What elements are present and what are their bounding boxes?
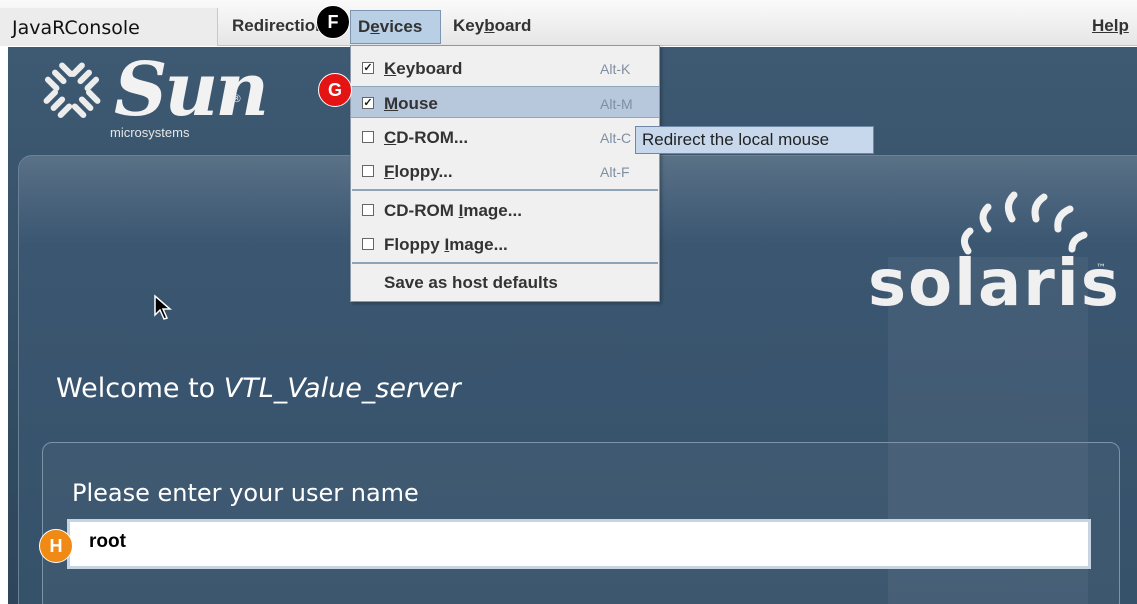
accelerator-label: Alt-K bbox=[600, 61, 631, 77]
checkbox-checked-icon[interactable]: ✓ bbox=[362, 97, 374, 109]
checkbox-checked-icon[interactable]: ✓ bbox=[362, 62, 374, 74]
callout-badge-g: G bbox=[318, 73, 352, 107]
solaris-wordmark: solaris bbox=[868, 247, 1121, 321]
sun-wordmark: Sun bbox=[114, 47, 269, 133]
accelerator-label: Alt-M bbox=[600, 96, 633, 112]
menu-item-mnemonic: C bbox=[384, 128, 397, 147]
menu-redirection[interactable]: Redirection bbox=[225, 10, 321, 44]
menu-item-floppy-image[interactable]: Floppy Image... bbox=[351, 228, 659, 260]
callout-badge-f: F bbox=[316, 5, 350, 39]
menu-item-floppy[interactable]: Floppy... Alt-F bbox=[351, 155, 659, 187]
menu-devices[interactable]: Devices bbox=[350, 10, 441, 44]
callout-badge-h: H bbox=[39, 529, 73, 563]
menu-devices-post: vices bbox=[379, 17, 423, 36]
checkbox-unchecked-icon[interactable] bbox=[362, 165, 374, 177]
checkbox-unchecked-icon[interactable] bbox=[362, 204, 374, 216]
menu-item-label-pre: Floppy bbox=[384, 235, 445, 254]
menu-keyboard-post: oard bbox=[494, 16, 532, 35]
welcome-message: Welcome to VTL_Value_server bbox=[56, 373, 461, 404]
menu-item-label: loppy... bbox=[394, 162, 453, 181]
menu-keyboard-mnemonic: b bbox=[484, 16, 495, 35]
welcome-hostname: VTL_Value_server bbox=[223, 373, 461, 404]
menu-item-label: eyboard bbox=[396, 59, 463, 78]
checkbox-unchecked-icon[interactable] bbox=[362, 238, 374, 250]
registered-mark: ® bbox=[231, 92, 242, 105]
menu-item-mnemonic: K bbox=[384, 59, 397, 78]
app-title: JavaRConsole bbox=[0, 8, 218, 46]
sun-microsystems-label: microsystems bbox=[110, 125, 190, 140]
menu-item-label: mage... bbox=[449, 235, 508, 254]
tooltip: Redirect the local mouse bbox=[635, 126, 874, 154]
welcome-prefix: Welcome to bbox=[56, 373, 224, 404]
accelerator-label: Alt-F bbox=[600, 164, 630, 180]
menu-devices-mnemonic: e bbox=[370, 17, 380, 36]
menu-keyboard-pre: Key bbox=[453, 16, 485, 35]
menu-devices-pre: D bbox=[358, 17, 371, 36]
username-prompt: Please enter your user name bbox=[72, 479, 419, 507]
menu-item-cdrom-image[interactable]: CD-ROM Image... bbox=[351, 194, 659, 226]
menu-item-save-host-defaults[interactable]: Save as host defaults bbox=[351, 266, 659, 298]
sun-logo-icon bbox=[43, 62, 101, 119]
menu-item-label: D-ROM... bbox=[396, 128, 469, 147]
checkbox-unchecked-icon[interactable] bbox=[362, 131, 374, 143]
trademark-mark: ™ bbox=[1096, 263, 1106, 274]
devices-dropdown-menu: ✓ Keyboard Alt-K ✓ Mouse Alt-M CD-ROM...… bbox=[350, 45, 660, 302]
menu-item-mnemonic: M bbox=[384, 94, 399, 113]
menu-separator bbox=[352, 262, 658, 264]
menu-item-label: ouse bbox=[398, 94, 438, 113]
accelerator-label: Alt-C bbox=[600, 130, 632, 146]
menu-item-cdrom[interactable]: CD-ROM... Alt-C bbox=[351, 121, 659, 153]
menu-separator bbox=[352, 189, 658, 191]
menubar: JavaRConsole Redirection Devices Keyboar… bbox=[0, 0, 1137, 46]
menu-item-label-pre: CD-ROM bbox=[384, 201, 459, 220]
menu-item-label: mage... bbox=[463, 201, 522, 220]
menu-item-mnemonic: F bbox=[384, 162, 395, 181]
menu-item-label: Save as host defaults bbox=[384, 273, 558, 292]
menu-item-keyboard[interactable]: ✓ Keyboard Alt-K bbox=[351, 52, 659, 84]
menu-item-mouse[interactable]: ✓ Mouse Alt-M bbox=[351, 86, 659, 118]
mouse-pointer-icon bbox=[154, 294, 173, 320]
menu-keyboard[interactable]: Keyboard bbox=[446, 10, 538, 44]
menu-help[interactable]: Help bbox=[1085, 10, 1136, 44]
username-input[interactable]: root bbox=[67, 519, 1091, 569]
